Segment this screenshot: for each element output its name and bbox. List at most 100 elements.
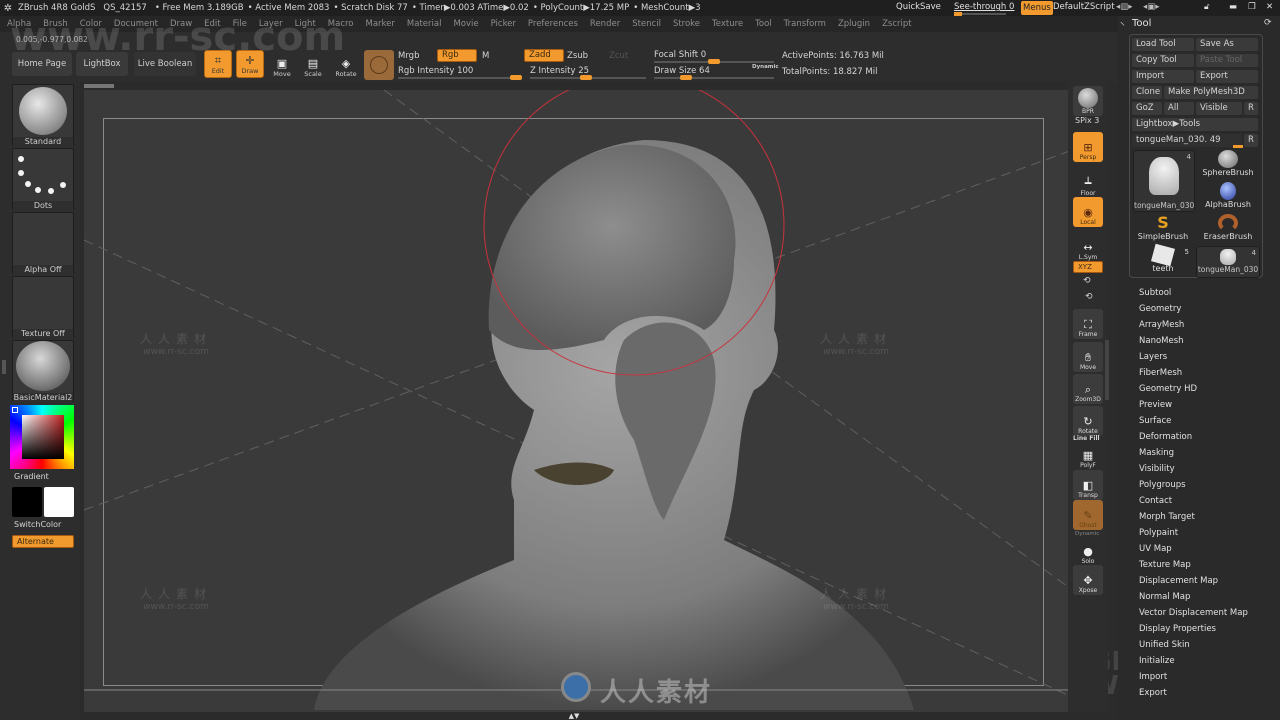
main-color-swatch[interactable]	[12, 487, 42, 517]
m-button[interactable]: M	[482, 51, 489, 61]
polyf-button[interactable]: ▦ PolyF	[1073, 440, 1103, 470]
xyz-button[interactable]: XYZ	[1073, 261, 1103, 273]
alpha-selector[interactable]: Alpha Off	[12, 212, 74, 274]
focal-shift-knob[interactable]	[708, 59, 720, 64]
menu-file[interactable]: File	[233, 19, 247, 29]
tool-menu-normal-map[interactable]: Normal Map	[1139, 591, 1248, 607]
menu-tool[interactable]: Tool	[755, 19, 772, 29]
rgb-intensity-slider[interactable]	[398, 75, 522, 80]
lsym-button[interactable]: ↔ L.Sym	[1073, 232, 1103, 262]
tool-r-button[interactable]: R	[1244, 134, 1258, 147]
menu-texture[interactable]: Texture	[712, 19, 743, 29]
menu-picker[interactable]: Picker	[491, 19, 516, 29]
unlock-icon[interactable]: 🔓︎	[1204, 2, 1210, 12]
zoom3d-button[interactable]: ⌕ Zoom3D	[1073, 374, 1103, 404]
see-through-track[interactable]	[954, 12, 1006, 16]
switch-color-button[interactable]: SwitchColor	[14, 520, 61, 529]
default-zscript-button[interactable]: DefaultZScript	[1053, 2, 1115, 12]
lightbox-tools-button[interactable]: Lightbox▶Tools	[1132, 118, 1258, 131]
alternate-button[interactable]: Alternate	[12, 535, 74, 548]
focal-shift-slider[interactable]	[654, 59, 774, 64]
rgb-intensity-knob[interactable]	[510, 75, 522, 80]
tool-menu-nanomesh[interactable]: NanoMesh	[1139, 335, 1248, 351]
tool-menu-visibility[interactable]: Visibility	[1139, 463, 1248, 479]
draw-size-knob[interactable]	[680, 75, 692, 80]
layout-arrows-icon[interactable]: ◂▥▸	[1116, 2, 1133, 12]
material-selector[interactable]: BasicMaterial2	[12, 340, 74, 402]
menu-movie[interactable]: Movie	[453, 19, 478, 29]
bpr-button[interactable]: BPR	[1073, 86, 1103, 116]
menu-material[interactable]: Material	[407, 19, 442, 29]
current-tool-knob[interactable]	[1233, 145, 1243, 148]
tool-menu-layers[interactable]: Layers	[1139, 351, 1248, 367]
tool-menu-polygroups[interactable]: Polygroups	[1139, 479, 1248, 495]
save-as-button[interactable]: Save As	[1196, 38, 1258, 51]
tool-menu-geometry-hd[interactable]: Geometry HD	[1139, 383, 1248, 399]
menu-draw[interactable]: Draw	[170, 19, 192, 29]
current-tool-slider[interactable]: tongueMan_030. 49	[1132, 134, 1242, 147]
rotate-mode-button[interactable]: ◈ Rotate	[332, 50, 360, 79]
rgb-button[interactable]: Rgb	[437, 49, 477, 62]
tool-thumb-tongueman-2[interactable]: tongueMan_030 4	[1196, 246, 1260, 278]
tool-menu-initialize[interactable]: Initialize	[1139, 655, 1248, 671]
goz-button[interactable]: GoZ	[1132, 102, 1162, 115]
tool-menu-surface[interactable]: Surface	[1139, 415, 1248, 431]
sym-y-icon[interactable]: ⟲	[1083, 276, 1091, 286]
tool-menu-contact[interactable]: Contact	[1139, 495, 1248, 511]
menus-toggle[interactable]: Menus	[1021, 1, 1053, 15]
dynamic-toggle[interactable]: Dynamic	[752, 64, 779, 70]
floor-button[interactable]: ┷ Floor	[1073, 168, 1103, 198]
gizmo-button[interactable]	[364, 50, 394, 80]
brush-selector[interactable]: Standard	[12, 84, 74, 146]
lightbox-button[interactable]: LightBox	[76, 52, 128, 76]
goz-visible-button[interactable]: Visible	[1196, 102, 1242, 115]
menu-edit[interactable]: Edit	[204, 19, 220, 29]
left-tray-handle[interactable]	[2, 360, 6, 374]
tool-menu-morph-target[interactable]: Morph Target	[1139, 511, 1248, 527]
make-polymesh-button[interactable]: Make PolyMesh3D	[1164, 86, 1258, 99]
scale-mode-button[interactable]: ▤ Scale	[299, 50, 327, 79]
load-tool-button[interactable]: Load Tool	[1132, 38, 1194, 51]
menu-document[interactable]: Document	[114, 19, 158, 29]
tool-menu-geometry[interactable]: Geometry	[1139, 303, 1248, 319]
color-saturation-square[interactable]	[22, 415, 64, 459]
quicksave-button[interactable]: QuickSave	[896, 2, 941, 12]
sculpt-view[interactable]	[84, 90, 1100, 712]
move-view-button[interactable]: ✋︎ Move	[1073, 342, 1103, 372]
z-intensity-slider[interactable]	[530, 75, 646, 80]
goz-all-button[interactable]: All	[1164, 102, 1194, 115]
menu-stroke[interactable]: Stroke	[673, 19, 700, 29]
tool-thumb-tongueman[interactable]: 4 tongueMan_030	[1133, 150, 1195, 212]
tool-thumb-eraserbrush[interactable]: EraserBrush	[1198, 214, 1258, 246]
mrgb-button[interactable]: Mrgb	[398, 51, 419, 61]
gradient-label[interactable]: Gradient	[14, 472, 49, 481]
menu-macro[interactable]: Macro	[328, 19, 354, 29]
zsub-button[interactable]: Zsub	[567, 51, 588, 61]
tool-menu-displacement-map[interactable]: Displacement Map	[1139, 575, 1248, 591]
draw-size-slider[interactable]	[654, 75, 774, 80]
restore-icon[interactable]: ❐	[1248, 2, 1256, 12]
tool-palette-title[interactable]: Tool	[1132, 18, 1151, 29]
bottom-tray-toggle-icon[interactable]: ▲▼	[564, 712, 584, 720]
spix-label[interactable]: SPix 3	[1075, 116, 1099, 125]
menu-color[interactable]: Color	[80, 19, 102, 29]
menu-marker[interactable]: Marker	[366, 19, 395, 29]
right-tray-handle[interactable]	[1105, 340, 1109, 400]
zcut-button[interactable]: Zcut	[609, 51, 628, 61]
menu-render[interactable]: Render	[590, 19, 620, 29]
tool-menu-fibermesh[interactable]: FiberMesh	[1139, 367, 1248, 383]
ghost-button[interactable]: ✎ Ghost	[1073, 500, 1103, 530]
tool-menu-masking[interactable]: Masking	[1139, 447, 1248, 463]
sym-z-icon[interactable]: ⟲	[1085, 292, 1093, 302]
tool-menu-import[interactable]: Import	[1139, 671, 1248, 687]
frame-button[interactable]: ⛶ Frame	[1073, 309, 1103, 339]
home-page-button[interactable]: Home Page	[12, 52, 72, 76]
goz-r-button[interactable]: R	[1244, 102, 1258, 115]
transp-button[interactable]: ◧ Transp	[1073, 470, 1103, 500]
menu-transform[interactable]: Transform	[784, 19, 826, 29]
minimize-icon[interactable]: ▬	[1229, 2, 1237, 12]
tool-menu-deformation[interactable]: Deformation	[1139, 431, 1248, 447]
solo-button[interactable]: ● Solo	[1073, 536, 1103, 566]
tool-thumb-teeth[interactable]: teeth 5	[1133, 243, 1193, 278]
export-tool-button[interactable]: Export	[1196, 70, 1258, 83]
